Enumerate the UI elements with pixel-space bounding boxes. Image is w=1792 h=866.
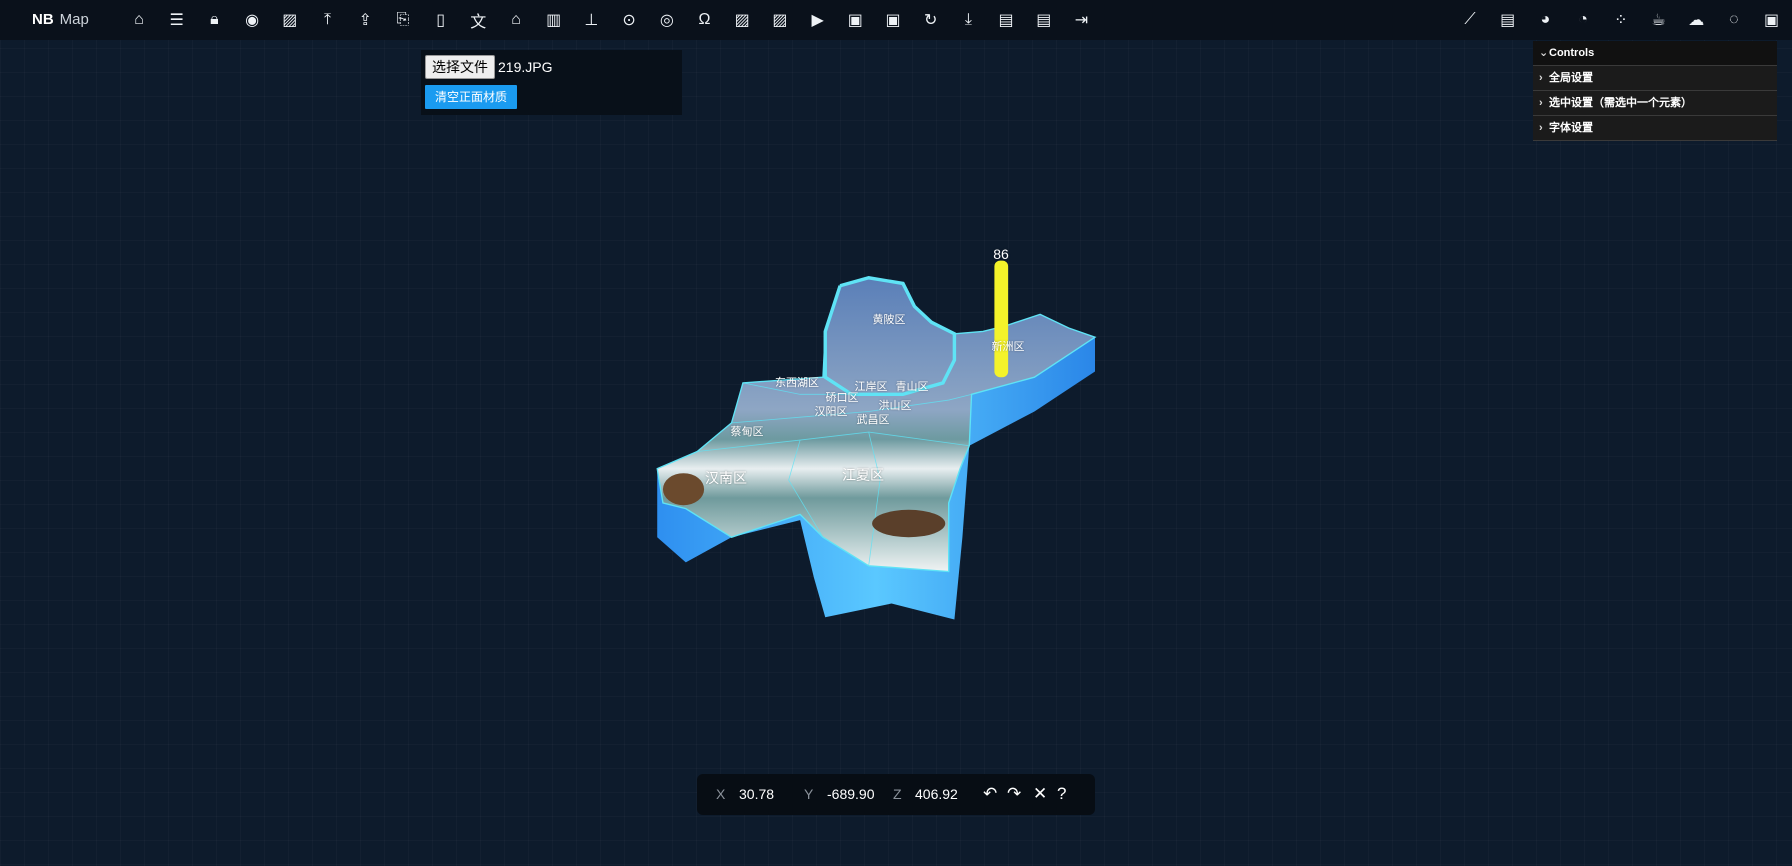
undo-icon[interactable]: ↶ (983, 784, 997, 804)
y-label: Y (804, 786, 814, 802)
help-icon[interactable]: ? (1057, 784, 1066, 804)
district-label: 汉南区 (705, 470, 747, 486)
district-label: 东西湖区 (775, 377, 819, 389)
data-bar[interactable] (994, 260, 1009, 378)
z-value: 406.92 (915, 786, 958, 802)
redo-icon[interactable]: ↷ (1007, 784, 1021, 804)
district-label: 武昌区 (856, 414, 890, 426)
district-label: 汉阳区 (814, 406, 848, 418)
close-icon[interactable]: ✕ (1033, 784, 1047, 804)
district-label: 青山区 (895, 381, 929, 393)
district-label: 黄陂区 (872, 314, 906, 326)
district-label: 蔡甸区 (730, 426, 764, 438)
district-label: 江夏区 (842, 467, 884, 483)
rock-right (872, 509, 946, 538)
map-3d[interactable] (0, 0, 1792, 866)
x-value: 30.78 (739, 786, 775, 802)
rock-left (662, 473, 705, 506)
x-label: X (716, 786, 726, 802)
district-label: 江岸区 (854, 381, 888, 393)
bar-value-label: 86 (993, 246, 1009, 262)
coordinate-bar: X 30.78 Y -689.90 Z 406.92 ↶ ↷ ✕ ? (697, 774, 1095, 815)
y-value: -689.90 (827, 786, 875, 802)
z-label: Z (893, 786, 902, 802)
district-label: 新洲区 (991, 341, 1025, 353)
